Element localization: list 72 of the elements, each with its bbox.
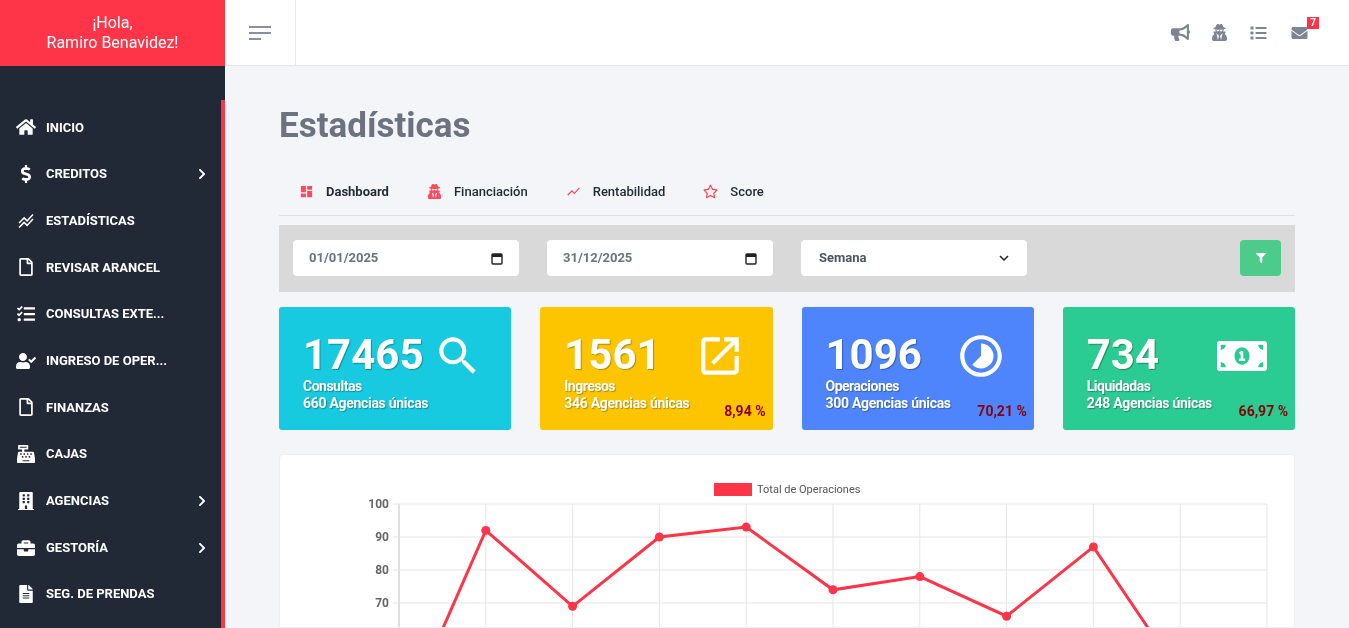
- spy-icon[interactable]: [1212, 24, 1227, 41]
- calendar-icon: [491, 251, 503, 265]
- axis-tick-label: 80: [375, 562, 389, 577]
- briefcase-icon: [16, 538, 36, 557]
- date-field[interactable]: 01/01/2025: [293, 240, 519, 276]
- sidebar-item[interactable]: ESTADÍSTICAS: [0, 197, 221, 245]
- stat-percent: 70,21 %: [977, 401, 1027, 421]
- home-icon: [16, 118, 36, 137]
- filter-button[interactable]: [1240, 240, 1281, 276]
- user-check-icon: [16, 351, 36, 370]
- stat-subtext: 248 Agencias únicas: [1086, 394, 1212, 412]
- cash-register-icon: [16, 445, 36, 464]
- sidebar-item[interactable]: REVISAR ARANCEL: [0, 244, 221, 291]
- building-icon: [16, 491, 36, 510]
- notification-badge: 7: [1307, 16, 1319, 29]
- data-point: [915, 571, 925, 581]
- tab[interactable]: Rentabilidad: [565, 182, 666, 202]
- list-icon[interactable]: [1249, 24, 1268, 41]
- stat-value: 17465: [303, 330, 424, 379]
- axis-tick-label: 90: [375, 529, 389, 544]
- sidebar-item[interactable]: INGRESO DE OPER...: [0, 337, 221, 385]
- greeting-text: ¡Hola,: [92, 13, 133, 33]
- user-name: Ramiro Benavidez!: [46, 33, 179, 53]
- dashboard-icon: [299, 184, 314, 200]
- star-icon: [703, 184, 719, 200]
- legend-swatch: [714, 482, 752, 496]
- data-point: [1002, 611, 1012, 621]
- stat-label: Ingresos: [564, 378, 617, 394]
- document-icon: [16, 585, 36, 604]
- sidebar-item[interactable]: SEG. DE PRENDAS: [0, 570, 221, 618]
- axis-tick-label: 70: [375, 595, 389, 610]
- date-field[interactable]: 31/12/2025: [547, 240, 773, 276]
- filter-icon: [1255, 253, 1266, 263]
- sidebar-item[interactable]: FINANZAS: [0, 384, 221, 431]
- data-point: [828, 584, 838, 594]
- sidebar-item[interactable]: CREDITOS: [0, 150, 221, 198]
- menu-icon: [249, 25, 271, 40]
- data-point: [741, 522, 751, 532]
- sidebar-item[interactable]: CONSULTAS EXTE...: [0, 290, 221, 338]
- sidebar-item[interactable]: GESTORÍA: [0, 524, 221, 571]
- period-select[interactable]: Semana: [801, 240, 1027, 276]
- sidebar-item[interactable]: AGENCIAS: [0, 477, 221, 525]
- checklist-icon: [16, 305, 36, 324]
- document-icon: [16, 398, 36, 417]
- data-point: [1088, 541, 1098, 551]
- data-point: [654, 532, 664, 541]
- stat-label: Liquidadas: [1086, 378, 1152, 394]
- legend-label: Total de Operaciones: [757, 482, 861, 496]
- stat-percent: 66,97 %: [1238, 401, 1288, 421]
- stat-subtext: 346 Agencias únicas: [564, 394, 690, 412]
- axis-tick-label: 100: [368, 496, 389, 511]
- calendar-icon: [745, 251, 757, 265]
- document-icon: [16, 258, 36, 277]
- stat-label: Consultas: [303, 378, 363, 394]
- stat-percent: 8,94 %: [724, 401, 766, 421]
- tab[interactable]: Financiación: [426, 182, 528, 202]
- sidebar-item[interactable]: CAJAS: [0, 430, 221, 478]
- data-point: [568, 601, 578, 611]
- dropdown-caret-icon: [999, 255, 1009, 261]
- data-point: [481, 525, 491, 535]
- page-title: Estadísticas: [279, 104, 472, 148]
- stat-subtext: 300 Agencias únicas: [825, 394, 951, 412]
- sidebar-item[interactable]: INICIO: [0, 104, 221, 151]
- stat-label: Operaciones: [825, 378, 900, 394]
- stat-subtext: 660 Agencias únicas: [303, 393, 429, 412]
- stat-value: 734: [1086, 330, 1160, 379]
- tab[interactable]: Score: [703, 182, 764, 202]
- megaphone-icon[interactable]: [1171, 24, 1190, 41]
- mail-icon[interactable]: [1290, 24, 1309, 41]
- stat-value: 1561: [564, 330, 661, 379]
- tab[interactable]: Dashboard: [299, 182, 389, 202]
- stat-value: 1096: [825, 330, 922, 379]
